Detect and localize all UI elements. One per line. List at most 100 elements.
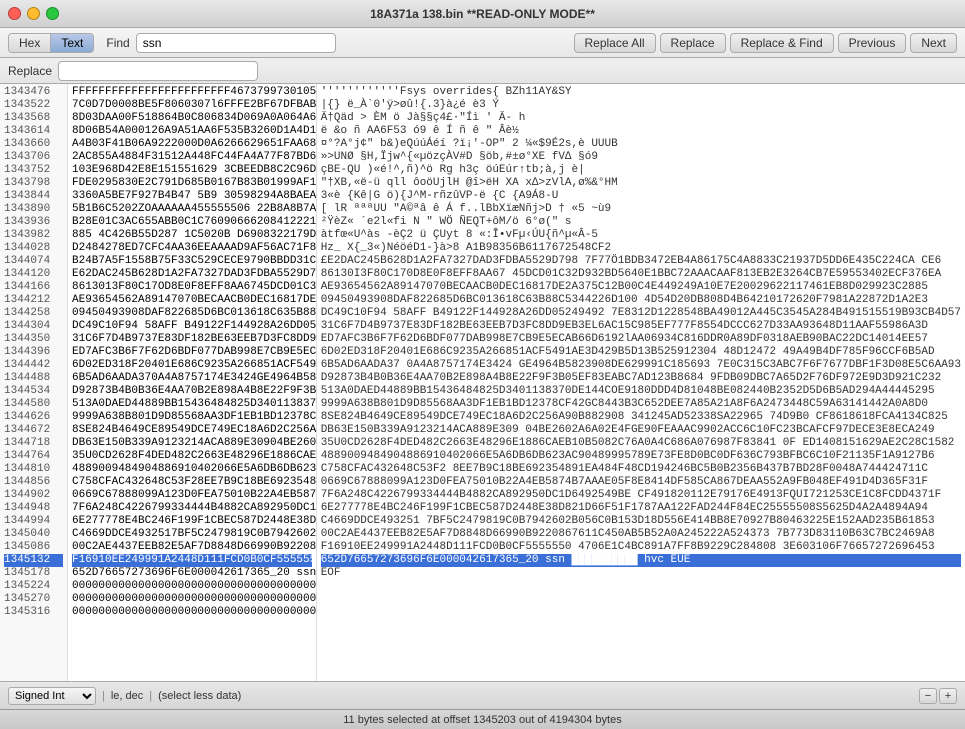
ascii-cell: 6E277778E4BC246F199F1CBEC587D2448E38D821…: [321, 502, 961, 515]
replace-button[interactable]: Replace: [660, 33, 726, 53]
hex-cell[interactable]: ED7AFC3B6F7F62D6BDF077DAB998E7CB9E5ECAB6…: [72, 346, 312, 359]
hex-cell[interactable]: 885 4C426B55D287 1C5020B D6908322179D0B8…: [72, 229, 312, 242]
hex-cell[interactable]: E62DAC245B628D1A2FA7327DAD3FDBA5529D7987…: [72, 268, 312, 281]
offset-cell: 1343936: [4, 216, 63, 229]
hex-cell[interactable]: C758CFAC432648C53F28EE7B9C18BE692354891E…: [72, 476, 312, 489]
offset-cell: 1344764: [4, 450, 63, 463]
find-label: Find: [106, 36, 129, 50]
hex-cell[interactable]: FDE0295830E2C791D685B0167B83B01999AF14F6…: [72, 177, 312, 190]
ascii-cell: »>UNØ §H,Ïjw^{«µözçÀV#D §öb,#±ø°XE fV∆ §…: [321, 151, 961, 164]
grow-button[interactable]: +: [939, 688, 957, 704]
hex-cell[interactable]: 0000000000000000000000000000000000000000…: [72, 606, 312, 619]
offset-cell: 1344856: [4, 476, 63, 489]
replace-find-button[interactable]: Replace & Find: [730, 33, 834, 53]
ascii-cell: 4889009484904886910402066E5A6DB6DB623AC9…: [321, 450, 961, 463]
hex-cell[interactable]: 4889009484904886910402066E5A6DB6DB623AC9…: [72, 463, 312, 476]
offset-cell: 1344258: [4, 307, 63, 320]
bottom-info-bar: 11 bytes selected at offset 1345203 out …: [0, 709, 965, 729]
hex-cell[interactable]: 00C2AE4437EEB82E5AF7D8848D66990B92208676…: [72, 541, 312, 554]
hex-cell[interactable]: B24B7A5F1558B75F33C529CECE9790BBDD31C25D…: [72, 255, 312, 268]
hex-cell[interactable]: 6B5AD6AADA370A4A8757174E3424GE4964B58239…: [72, 372, 312, 385]
hex-cell[interactable]: 8D06B54A000126A9A51AA6F535B3260D1A4D188D…: [72, 125, 312, 138]
ascii-cell: 9999A638B801D9D85568AA3DF1EB1BD12378CF42…: [321, 398, 961, 411]
toolbar-row1: Hex Text Find Replace All Replace Replac…: [0, 28, 965, 58]
hex-cell[interactable]: 0000000000000000000000000000000000000000…: [72, 580, 312, 593]
main-content: 1343476134352213435681343614134366013437…: [0, 84, 965, 681]
replace-input[interactable]: [58, 61, 258, 81]
hex-cell[interactable]: 7C0D7D0008BE5F8060307l6FFFE2BF67DFBABFEF…: [72, 99, 312, 112]
ascii-cell: 86130I3F80C170D8E0F8EFF8AA67 45DCD01C32D…: [321, 268, 961, 281]
hex-cell[interactable]: AE93654562A89147070BECAACB0DEC16817DE2A3…: [72, 294, 312, 307]
offset-cell: 1345178: [4, 567, 63, 580]
hex-cell[interactable]: 8SE824B4649CE89549DCE749EC18A6D2C256A90B…: [72, 424, 312, 437]
window-title: 18A371a 138.bin **READ-ONLY MODE**: [370, 7, 595, 21]
offset-cell: 1344626: [4, 411, 63, 424]
hex-cell[interactable]: C4669DDCE4932517BF5C2479819C0B7942602B05…: [72, 528, 312, 541]
hex-cell[interactable]: 6D02ED318F20401E686C9235A266851ACF5491AE…: [72, 359, 312, 372]
find-input[interactable]: [136, 33, 336, 53]
ascii-cell: 3«è {Kê|G ö){J^M-rñzûVP-ë {C {A9Á8-U: [321, 190, 961, 203]
hex-cell[interactable]: FFFFFFFFFFFFFFFFFFFFFFFF4673799730105000…: [72, 86, 312, 99]
offset-cell: 1344212: [4, 294, 63, 307]
offset-cell: 1345270: [4, 593, 63, 606]
hex-cell[interactable]: 0669C67888099A123D0FEA75010B22A4EB5874B7…: [72, 489, 312, 502]
ascii-cell: [321, 593, 961, 606]
offset-cell: 1345316: [4, 606, 63, 619]
next-button[interactable]: Next: [910, 33, 957, 53]
type-select[interactable]: Signed Int Unsigned Int Float Double: [8, 687, 96, 705]
offset-cell: 1344580: [4, 398, 63, 411]
hex-cell[interactable]: 09450493908DAF822685D6BC013618C635B88C53…: [72, 307, 312, 320]
minimize-button[interactable]: [27, 7, 40, 20]
offset-cell: 1343752: [4, 164, 63, 177]
hex-cell[interactable]: 8613013F80C17OD8E0F8EFF8AA6745DCD01C32D9…: [72, 281, 312, 294]
close-button[interactable]: [8, 7, 21, 20]
window-controls: [8, 7, 59, 20]
offset-cell: 1345086: [4, 541, 63, 554]
ascii-cell: [ lR ªªªUU "A©ªâ ê Á f..lBbXïæNñj>D † «5…: [321, 203, 961, 216]
ascii-cell: 0669C67888099A123D0FEA75010B22A4EB5874B7…: [321, 476, 961, 489]
hex-cell[interactable]: 31C6F7D4B9737E83DF182BE63EEB7D3FC8DD9EB3…: [72, 333, 312, 346]
offset-cell: 1343844: [4, 190, 63, 203]
hex-cell[interactable]: 3360A5BE7F927B4B47 5B9 30598294A8BAEAAC2…: [72, 190, 312, 203]
ascii-cell: |{} ë_À`0'ÿ>øû!{.3}à¿é è3 Ý: [321, 99, 961, 112]
hex-cell[interactable]: DC49C10F94 58AFF B49122F144928A26DD05249…: [72, 320, 312, 333]
offset-cell: 1344304: [4, 320, 63, 333]
hex-cell[interactable]: B28E01C3AC655ABB0C1C7609066620841222161C…: [72, 216, 312, 229]
hex-cell[interactable]: D2484278ED7CFC4AA36EEAAAAD9AF56AC71F8D2D…: [72, 242, 312, 255]
offset-cell: 1344902: [4, 489, 63, 502]
hex-cell[interactable]: 5B1B6C5202ZOAAAAAA455555506 22B8A8B7AA1B…: [72, 203, 312, 216]
hex-cell[interactable]: 652D76657273696F6E000042617365_20 ssn ██…: [72, 567, 312, 580]
replace-label: Replace: [8, 64, 52, 78]
hex-cell[interactable]: A4B03F41B06A9222000D0A6266629651FAA681FA…: [72, 138, 312, 151]
maximize-button[interactable]: [46, 7, 59, 20]
previous-button[interactable]: Previous: [838, 33, 907, 53]
hex-cell[interactable]: D92873B4B0B36E4AA70B2E898A4B8E22F9F3B05E…: [72, 385, 312, 398]
offset-cell: 1344396: [4, 346, 63, 359]
hex-cell[interactable]: 2AC855A4884F31512A448FC44FA4A77F87BD68B5…: [72, 151, 312, 164]
hex-cell[interactable]: 7F6A248C4226799334444B4882CA892950DC1D64…: [72, 502, 312, 515]
ascii-cell: F16910EE249991A2448D111FCD0B0CF5555550 4…: [321, 541, 961, 554]
offset-cell: 1343660: [4, 138, 63, 151]
hex-cell[interactable]: 0000000000000000000000000000000000000000…: [72, 593, 312, 606]
offset-cell: 1343614: [4, 125, 63, 138]
hex-cell[interactable]: 8D03DAA00F518864B0C806834D069A0A064A61A4…: [72, 112, 312, 125]
hex-cell[interactable]: DB63E150B339A9123214ACA889E30904BE2602A6…: [72, 437, 312, 450]
offset-cell: 1343476: [4, 86, 63, 99]
ascii-cell: Hz_ X{_3«)NéöéD1-}à>8 A1B98356B611767254…: [321, 242, 961, 255]
ascii-cell: C758CFAC432648C53F2 8EE7B9C18BE692354891…: [321, 463, 961, 476]
offset-cell: 1343706: [4, 151, 63, 164]
hex-cell[interactable]: 103E968D42E8E151551629 3CBEEDB8C2C96DD6A…: [72, 164, 312, 177]
hex-button[interactable]: Hex: [9, 34, 51, 52]
hex-cell[interactable]: F16910EE249991A2448D111FCD0B0CF555555047…: [72, 554, 312, 567]
offset-cell: 1343890: [4, 203, 63, 216]
hex-cell[interactable]: 513A0DAED44889BB15436484825D3401138370DE…: [72, 398, 312, 411]
hex-cell[interactable]: 35U0CD2628F4DED482C2663E48296E1886CAEB10…: [72, 450, 312, 463]
replace-all-button[interactable]: Replace All: [574, 33, 656, 53]
hex-cell[interactable]: 6E277778E4BC246F199F1CBEC587D2448E38D821…: [72, 515, 312, 528]
ascii-cell: £E2DAC245B628D1A2FA7327DAD3FDBA5529D798 …: [321, 255, 961, 268]
text-button[interactable]: Text: [51, 34, 93, 52]
hex-cell[interactable]: 9999A638B801D9D85568AA3DF1EB1BD12378CF42…: [72, 411, 312, 424]
offset-cell: 1344028: [4, 242, 63, 255]
offset-cell: 1345132: [4, 554, 63, 567]
shrink-button[interactable]: −: [919, 688, 937, 704]
